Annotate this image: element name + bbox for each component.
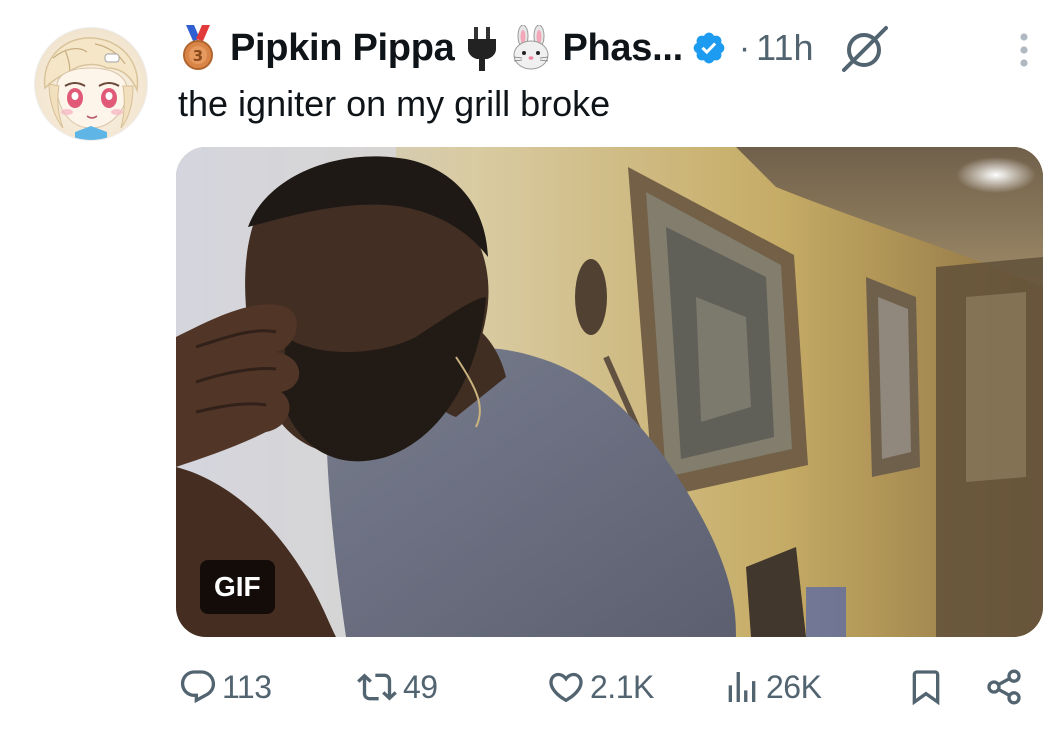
like-count: 2.1K bbox=[590, 668, 654, 705]
anime-avatar-illustration bbox=[43, 37, 139, 140]
tweet-action-bar: 113 49 2.1K 26K bbox=[0, 655, 1043, 725]
post-timestamp[interactable]: 11h bbox=[756, 27, 813, 69]
grok-icon[interactable] bbox=[840, 22, 892, 74]
gif-badge[interactable]: GIF bbox=[200, 560, 275, 614]
more-vertical-icon[interactable] bbox=[1012, 30, 1036, 70]
views-chart-icon bbox=[728, 672, 756, 702]
reply-bubble-icon bbox=[180, 670, 216, 704]
like-button[interactable]: 2.1K bbox=[546, 667, 654, 707]
tweet-text: the igniter on my grill broke bbox=[178, 83, 611, 124]
retweet-button[interactable]: 49 bbox=[355, 667, 438, 707]
reply-button[interactable]: 113 bbox=[178, 667, 272, 707]
tweet-header: 3 Pipkin Pippa Phas... · 11h bbox=[178, 22, 1028, 74]
verified-badge-icon bbox=[691, 30, 727, 66]
author-display-name[interactable]: Pipkin Pippa bbox=[230, 27, 455, 70]
share-button[interactable] bbox=[984, 667, 1024, 707]
share-icon bbox=[987, 669, 1021, 705]
views-count: 26K bbox=[766, 668, 822, 705]
gif-media[interactable]: GIF bbox=[176, 147, 1043, 637]
electric-plug-icon bbox=[464, 25, 500, 71]
reply-count: 113 bbox=[222, 668, 272, 705]
retweet-icon bbox=[357, 673, 397, 701]
rabbit-face-icon bbox=[508, 25, 554, 71]
avatar[interactable] bbox=[34, 27, 148, 141]
time-separator: · bbox=[738, 28, 751, 67]
tweet-card[interactable]: 3 Pipkin Pippa Phas... · 11h the igniter… bbox=[0, 0, 1043, 738]
3rd-place-medal-icon: 3 bbox=[178, 25, 218, 71]
gif-frame-illustration bbox=[176, 147, 1043, 637]
author-name-truncated[interactable]: Phas... bbox=[562, 27, 683, 70]
svg-text:3: 3 bbox=[193, 47, 203, 65]
bookmark-button[interactable] bbox=[906, 667, 946, 707]
heart-icon bbox=[549, 672, 583, 703]
views-button[interactable]: 26K bbox=[722, 667, 822, 707]
retweet-count: 49 bbox=[403, 668, 438, 705]
bookmark-icon bbox=[912, 670, 940, 706]
